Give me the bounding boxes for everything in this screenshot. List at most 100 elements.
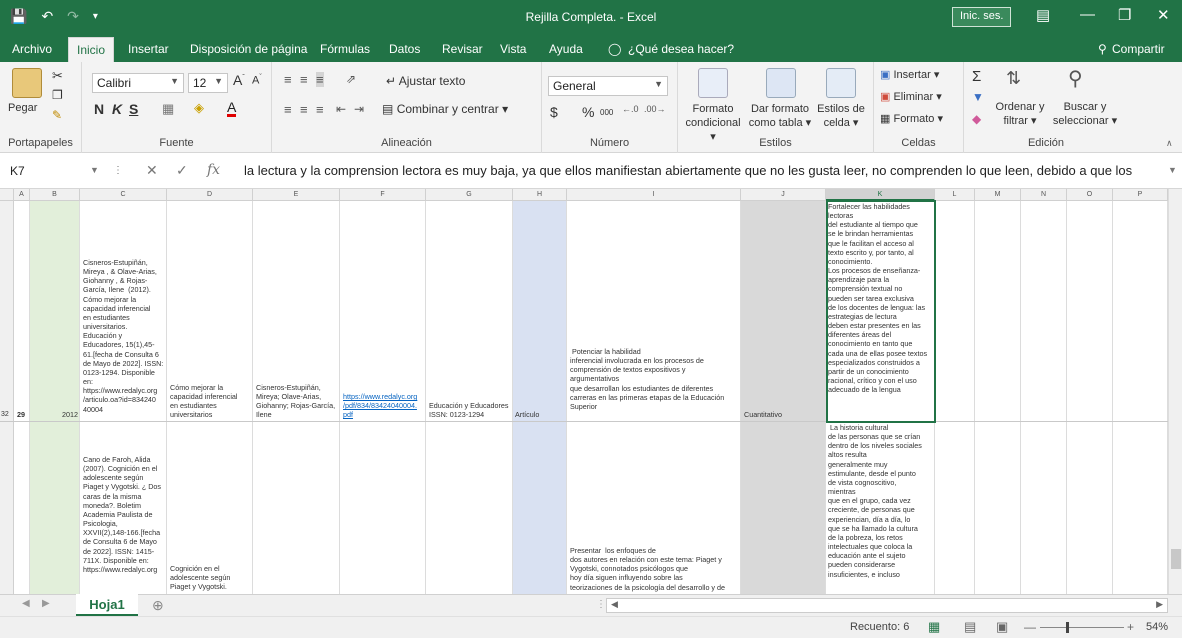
col-header-m[interactable]: M <box>975 189 1021 201</box>
zoom-slider-thumb[interactable] <box>1066 622 1069 633</box>
insert-button[interactable]: ▣ Insertar ▾ <box>880 68 939 81</box>
decrease-indent-icon[interactable]: ⇤ <box>336 102 346 116</box>
fill-icon[interactable]: ▼ <box>972 90 984 104</box>
tab-revisar[interactable]: Revisar <box>442 42 483 56</box>
zoom-out-icon[interactable]: — <box>1024 620 1036 634</box>
clear-icon[interactable]: ◆ <box>972 112 981 126</box>
tab-insertar[interactable]: Insertar <box>128 42 169 56</box>
worksheet-grid[interactable]: A B C D E F G H I J K L M N O P 32 29 20… <box>0 189 1182 594</box>
format-as-table-button[interactable]: Dar formato como tabla ▾ <box>748 102 812 130</box>
thousands-button[interactable]: 000 <box>600 108 613 117</box>
bottom-align-icon[interactable]: ≡ <box>316 72 324 87</box>
normal-view-icon[interactable]: ▦ <box>928 619 940 635</box>
insert-function-icon[interactable]: fx <box>207 162 220 178</box>
col-header-n[interactable]: N <box>1021 189 1067 201</box>
cell-i32[interactable]: Potenciar la habilidad inferencial invol… <box>570 347 741 420</box>
share-icon[interactable]: ⚲ <box>1098 42 1107 56</box>
close-icon[interactable]: ✕ <box>1157 6 1170 24</box>
prev-sheet-icon[interactable]: ◀ <box>22 598 30 609</box>
scroll-left-icon[interactable]: ◀ <box>611 599 618 610</box>
vertical-scroll-thumb[interactable] <box>1171 549 1181 569</box>
cell-j32[interactable]: Cuantitativo <box>744 410 826 419</box>
paste-icon[interactable] <box>12 68 42 98</box>
paste-button[interactable]: Pegar <box>8 102 37 114</box>
cell-a32[interactable]: 29 <box>17 410 30 419</box>
cell-d32[interactable]: Cómo mejorar la capacidad inferencial en… <box>170 383 253 420</box>
format-painter-icon[interactable]: ✎ <box>52 108 62 122</box>
col-header-f[interactable]: F <box>340 189 426 201</box>
col-header-p[interactable]: P <box>1113 189 1168 201</box>
bold-button[interactable]: N <box>94 101 104 117</box>
zoom-in-icon[interactable]: + <box>1127 620 1134 634</box>
cell-k33[interactable]: La historia cultural de las personas que… <box>828 423 934 594</box>
horizontal-scrollbar[interactable]: ◀ ▶ <box>606 598 1168 613</box>
col-header-j[interactable]: J <box>741 189 826 201</box>
collapse-ribbon-icon[interactable]: ∧ <box>1166 138 1173 149</box>
next-sheet-icon[interactable]: ▶ <box>42 598 50 609</box>
cell-g32[interactable]: Educación y Educadores ISSN: 0123-1294 <box>429 401 513 420</box>
cell-e32[interactable]: Cisneros-Estupiñán, Mireya; Olave-Arias,… <box>256 383 340 420</box>
format-button[interactable]: ▦ Formato ▾ <box>880 112 943 125</box>
cancel-icon[interactable]: ✕ <box>146 162 158 179</box>
decrease-font-icon[interactable]: Aˇ <box>252 74 262 87</box>
sheet-tab-hoja1[interactable]: Hoja1 <box>76 594 138 616</box>
increase-indent-icon[interactable]: ⇥ <box>354 102 364 116</box>
percent-button[interactable]: % <box>582 104 594 120</box>
page-layout-icon[interactable]: ▤ <box>964 619 976 635</box>
align-center-icon[interactable]: ≡ <box>300 102 308 117</box>
cell-i33[interactable]: Presentar los enfoques de dos autores en… <box>570 546 741 594</box>
cell-styles-button[interactable]: Estilos de celda ▾ <box>812 102 870 130</box>
merge-center-button[interactable]: ▤ Combinar y centrar ▾ <box>382 102 508 116</box>
borders-icon[interactable]: ▦ <box>162 101 174 117</box>
fill-color-icon[interactable]: ◈ <box>194 100 204 116</box>
col-header-o[interactable]: O <box>1067 189 1113 201</box>
select-all-corner[interactable] <box>0 189 14 201</box>
tab-vista[interactable]: Vista <box>500 42 526 56</box>
cell-h32[interactable]: Artículo <box>515 410 567 419</box>
col-header-b[interactable]: B <box>30 189 80 201</box>
delete-button[interactable]: ▣ Eliminar ▾ <box>880 90 942 103</box>
vertical-scrollbar[interactable] <box>1168 189 1182 594</box>
align-left-icon[interactable]: ≡ <box>284 102 292 117</box>
wrap-text-button[interactable]: ↵ Ajustar texto <box>382 72 469 92</box>
scroll-right-icon[interactable]: ▶ <box>1156 599 1163 610</box>
formula-content[interactable]: la lectura y la comprension lectora es m… <box>244 163 1132 178</box>
orientation-icon[interactable]: ⇗ <box>346 72 356 86</box>
minimize-icon[interactable]: — <box>1080 6 1095 23</box>
tab-formulas[interactable]: Fórmulas <box>320 42 370 56</box>
tell-me-box[interactable]: ¿Qué desea hacer? <box>628 42 734 56</box>
font-color-icon[interactable]: A <box>227 100 237 117</box>
decrease-decimal-icon[interactable]: .00→ <box>644 104 666 114</box>
increase-font-icon[interactable]: Aˆ <box>233 72 245 88</box>
autosum-icon[interactable]: Σ <box>972 68 981 85</box>
sign-in-button[interactable]: Inic. ses. <box>952 7 1012 27</box>
increase-decimal-icon[interactable]: ←.0 <box>622 104 639 114</box>
cell-f32[interactable]: https://www.redalyc.org /pdf/834/8342404… <box>343 392 426 420</box>
restore-icon[interactable]: ❐ <box>1118 6 1131 24</box>
col-header-e[interactable]: E <box>253 189 340 201</box>
col-header-a[interactable]: A <box>14 189 30 201</box>
tab-datos[interactable]: Datos <box>389 42 420 56</box>
italic-button[interactable]: K <box>112 101 122 117</box>
cut-icon[interactable]: ✂ <box>52 68 63 84</box>
copy-icon[interactable]: ❐ <box>52 88 63 102</box>
align-right-icon[interactable]: ≡ <box>316 102 324 117</box>
number-format-select[interactable]: General ▼ <box>548 76 668 96</box>
tab-inicio[interactable]: Inicio <box>68 37 115 62</box>
page-break-icon[interactable]: ▣ <box>996 619 1008 635</box>
zoom-slider[interactable] <box>1040 627 1124 628</box>
font-size-select[interactable]: 12 ▼ <box>188 73 228 93</box>
currency-button[interactable]: $ <box>550 104 558 120</box>
col-header-d[interactable]: D <box>167 189 253 201</box>
cell-k32[interactable]: Fortalecer las habilidades lectoras del … <box>826 200 936 423</box>
col-header-l[interactable]: L <box>935 189 975 201</box>
col-header-g[interactable]: G <box>426 189 513 201</box>
top-align-icon[interactable]: ≡ <box>284 72 292 87</box>
cell-c32[interactable]: Cisneros-Estupiñán, Mireya , & Olave-Ari… <box>83 258 167 420</box>
sort-filter-button[interactable]: Ordenar y filtrar ▾ <box>994 100 1046 128</box>
enter-icon[interactable]: ✓ <box>176 162 188 179</box>
underline-button[interactable]: S <box>129 101 138 117</box>
ribbon-display-icon[interactable]: ▤ <box>1036 6 1050 24</box>
col-header-c[interactable]: C <box>80 189 167 201</box>
col-header-i[interactable]: I <box>567 189 741 201</box>
